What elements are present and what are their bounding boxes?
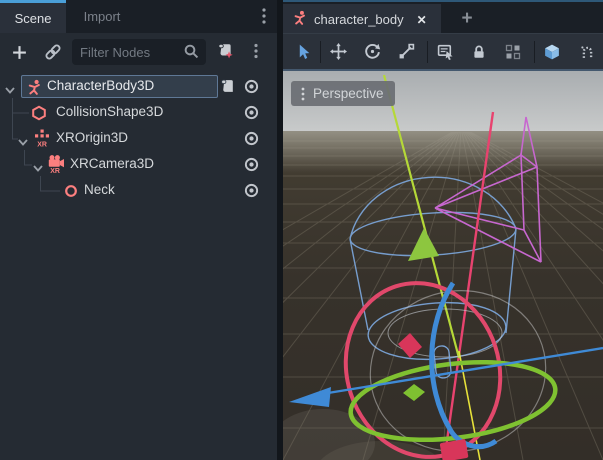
scale-tool-button[interactable] [393,40,419,64]
chevron-down-icon[interactable] [17,134,29,152]
node-label: Neck [84,182,115,197]
viewport-3d[interactable]: Perspective [283,71,603,460]
tab-label: character_body [314,12,404,27]
list-select-button[interactable] [432,40,458,64]
xr-camera-icon: XR [47,154,65,179]
node-label: CollisionShape3D [56,104,163,119]
viewport-panel: character_body ✕ + [283,0,603,460]
character-body-icon [26,79,42,100]
viewport-toolbar [283,33,603,71]
horizon-haze [283,131,603,173]
instance-scene-button[interactable] [42,41,64,63]
visibility-eye-icon[interactable] [243,78,260,100]
node-label: CharacterBody3D [47,78,154,93]
scene-dock-tabbar: Scene Import [0,0,277,33]
visibility-eye-icon[interactable] [243,130,260,152]
scene-tabs: character_body ✕ + [283,0,603,33]
svg-text:XR: XR [50,168,60,174]
node-label: XROrigin3D [56,130,128,145]
scene-dock-toolbar [0,33,277,71]
close-icon[interactable]: ✕ [417,13,427,27]
perspective-menu-button[interactable]: Perspective [291,81,395,106]
toolbar-separator [534,41,535,63]
tree-row-collisionshape3d[interactable]: CollisionShape3D [0,100,277,126]
move-tool-button[interactable] [325,40,351,64]
scene-dock: Scene Import [0,0,277,460]
xr-origin-icon: XR [34,129,50,153]
toolbar-separator [427,41,428,63]
scene-tree: CharacterBody3D CollisionShape3D [0,74,277,460]
tree-row-characterbody3d[interactable]: CharacterBody3D [0,74,277,100]
perspective-label: Perspective [313,86,384,101]
godot-editor: Scene Import [0,0,603,460]
visibility-eye-icon[interactable] [243,104,260,126]
lock-icon[interactable] [466,40,492,64]
rotate-tool-button[interactable] [359,40,385,64]
tab-scene[interactable]: Scene [0,0,66,33]
tree-row-xrorigin3d[interactable]: XR XROrigin3D [0,126,277,152]
filter-nodes-input[interactable] [80,39,180,65]
search-icon [183,43,200,65]
perspective-dots-icon [298,86,308,105]
environment [283,71,603,460]
filter-nodes-box [72,39,206,65]
group-selected-icon[interactable] [500,40,526,64]
snap-magnet-button[interactable] [574,40,600,64]
select-tool-button[interactable] [290,40,316,64]
local-space-cube-button[interactable] [539,40,565,64]
dock-menu-icon[interactable] [256,7,272,25]
visibility-eye-icon[interactable] [243,182,260,204]
attached-script-icon[interactable] [219,78,236,100]
tree-row-neck[interactable]: Neck [0,178,277,204]
viewport-canvas [283,71,603,460]
collision-shape-icon [31,105,47,126]
new-tab-button[interactable]: + [455,5,479,33]
node-label: XRCamera3D [70,156,154,171]
scene-tree-options-icon[interactable] [245,40,267,62]
add-node-button[interactable] [8,41,30,63]
neck-node-icon [63,183,79,204]
attach-script-button[interactable] [214,40,236,62]
visibility-eye-icon[interactable] [243,156,260,178]
character-body-icon [292,10,307,30]
toolbar-separator [320,41,321,63]
tree-row-xrcamera3d[interactable]: XR XRCamera3D [0,152,277,178]
chevron-down-icon[interactable] [32,160,44,178]
svg-text:XR: XR [37,142,47,149]
tab-character-body[interactable]: character_body ✕ [283,4,441,35]
chevron-down-icon[interactable] [4,82,16,100]
tab-import[interactable]: Import [66,0,138,33]
